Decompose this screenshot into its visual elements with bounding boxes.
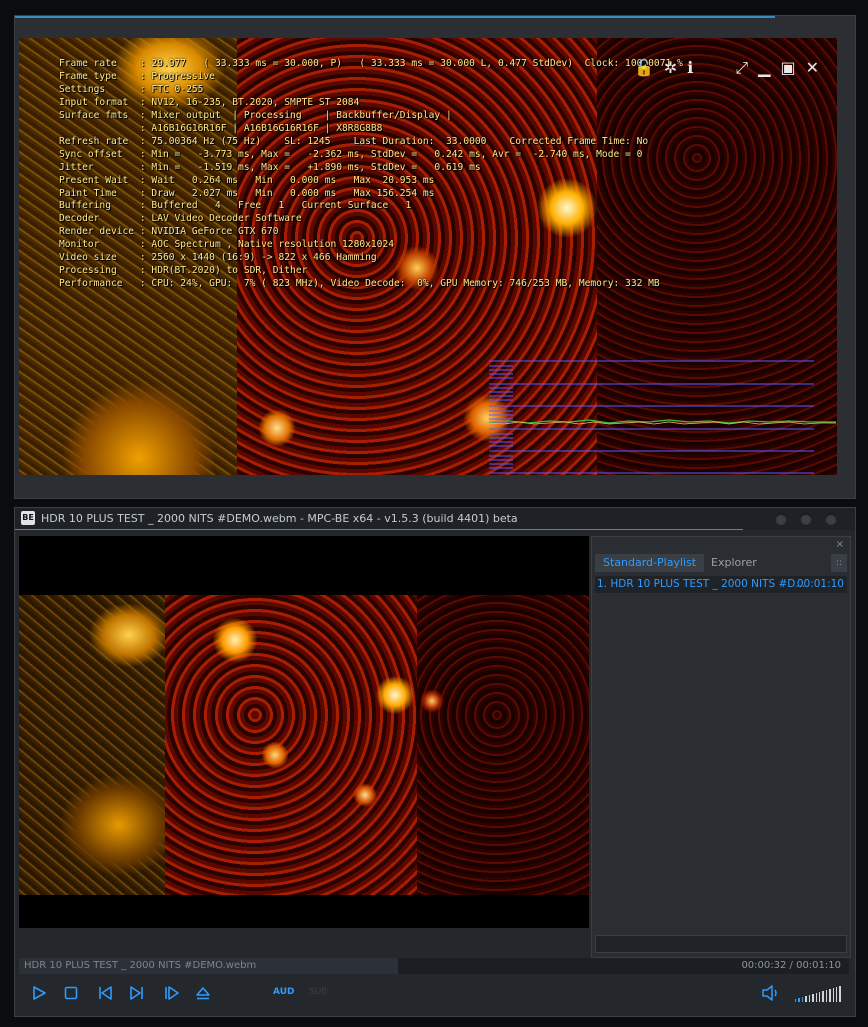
window-title: HDR 10 PLUS TEST _ 2000 NITS #DEMO.webm … [41, 512, 518, 525]
osd-line: Performance : CPU: 24%, GPU: 7% ( 823 MH… [59, 278, 660, 290]
osd-line: Monitor : AOC Spectrum , Native resoluti… [59, 239, 395, 251]
playback-toolbar: AUD SUB [19, 976, 849, 1010]
osd-line: Sync offset : Min = -3.773 ms, Max = -2.… [59, 148, 643, 160]
volume-slider[interactable] [795, 986, 841, 1002]
volume-bar [795, 999, 797, 1002]
osd-statistics: Frame rate : 29.977 ( 33.333 ms = 30.000… [59, 58, 683, 291]
seek-filename: HDR 10 PLUS TEST _ 2000 NITS #DEMO.webm [24, 960, 257, 971]
fullscreen-controls: 🔓 ✲ ℹ ⤢ ▁ ▣ ✕ [634, 58, 819, 78]
volume-bar [805, 996, 807, 1002]
minimize-button[interactable] [775, 513, 787, 525]
tab-explorer[interactable]: Explorer [703, 554, 765, 572]
osd-line: Frame rate : 29.977 ( 33.333 ms = 30.000… [59, 58, 683, 69]
osd-line: Buffering : Buffered 4 Free 1 Current Su… [59, 200, 412, 212]
window-accent-line [15, 16, 775, 18]
osd-line: Paint Time : Draw 2.027 ms Min 0.000 ms … [59, 187, 435, 199]
volume-bar [808, 995, 811, 1002]
volume-bar [839, 986, 841, 1002]
fullscreen-icon[interactable]: ⤢ [735, 60, 748, 76]
volume-bar [818, 992, 821, 1002]
maximize-button[interactable] [800, 513, 812, 525]
osd-line: Input format : NV12, 16-235, BT.2020, SM… [59, 96, 360, 108]
video-frame [19, 595, 589, 895]
play-icon[interactable] [31, 985, 47, 1001]
video-area[interactable] [19, 536, 589, 928]
playlist-item-duration: 00:01:10 [796, 578, 844, 590]
playlist-item[interactable]: 1. HDR 10 PLUS TEST _ 2000 NITS #D... 00… [595, 576, 847, 593]
playlist-search-input[interactable] [595, 935, 847, 953]
prev-icon[interactable] [97, 985, 113, 1001]
time-display: 00:00:32 / 00:01:10 [741, 960, 841, 971]
osd-line: Surface fmts : Mixer output | Processing… [59, 109, 452, 121]
osd-line: Processing : HDR(BT.2020) to SDR, Dither [59, 265, 308, 277]
lock-icon[interactable]: 🔓 [634, 60, 654, 76]
graph-gridlines [489, 360, 814, 474]
volume-bar [829, 989, 831, 1002]
osd-line: : A16B16G16R16F | A16B16G16R16F | X8R8G8… [59, 122, 383, 134]
osd-line: Settings : FTC 0-255 [59, 83, 204, 95]
playlist-item-title: 1. HDR 10 PLUS TEST _ 2000 NITS #D... [597, 578, 806, 590]
playlist-menu-button[interactable]: :: [831, 554, 847, 572]
volume-bar [801, 997, 804, 1002]
volume-bar [812, 994, 814, 1002]
fullscreen-video-window: Frame rate : 29.977 ( 33.333 ms = 30.000… [14, 15, 856, 499]
volume-bar [825, 990, 828, 1002]
sun-region-gold [19, 595, 167, 895]
close-icon[interactable]: ✕ [806, 60, 819, 76]
sun-region-red [165, 595, 417, 895]
playlist-tabs: Standard-Playlist Explorer :: [595, 554, 847, 572]
osd-line: Decoder : LAV Video Decoder Software [59, 213, 302, 225]
seek-bar[interactable]: HDR 10 PLUS TEST _ 2000 NITS #DEMO.webm … [19, 958, 849, 974]
volume-bar [822, 991, 824, 1002]
mpc-be-main-window: BE HDR 10 PLUS TEST _ 2000 NITS #DEMO.we… [14, 507, 856, 1017]
audio-track-button[interactable]: AUD [273, 987, 294, 997]
osd-line: Jitter : Min = -1.519 ms, Max = +1.890 m… [59, 161, 481, 173]
osd-line: Render device : NVIDIA GeForce GTX 670 [59, 226, 279, 238]
stop-icon[interactable] [63, 985, 79, 1001]
volume-bar [836, 987, 838, 1002]
osd-line: Refresh rate : 75.00364 Hz (75 Hz) SL: 1… [59, 135, 649, 147]
speaker-icon[interactable] [761, 985, 781, 1001]
tab-standard-playlist[interactable]: Standard-Playlist [595, 554, 705, 572]
app-icon[interactable]: BE [21, 511, 35, 525]
close-button[interactable] [825, 513, 837, 525]
osd-line: Present Wait : Wait 0.264 ms Min 0.000 m… [59, 174, 435, 186]
subtitle-track-button[interactable]: SUB [309, 987, 327, 997]
volume-bar [798, 998, 800, 1002]
frame-step-icon[interactable] [163, 985, 179, 1001]
info-icon[interactable]: ℹ [687, 60, 693, 76]
titlebar-accent-line [15, 529, 743, 530]
gear-icon[interactable]: ✲ [664, 60, 677, 76]
playlist-close-icon[interactable]: × [836, 539, 844, 550]
sync-jitter-graph [489, 360, 836, 474]
sun-region-dark [417, 595, 589, 895]
window-buttons [775, 513, 837, 525]
fullscreen-video-frame[interactable]: Frame rate : 29.977 ( 33.333 ms = 30.000… [19, 38, 837, 475]
volume-bar [815, 993, 817, 1002]
next-icon[interactable] [129, 985, 145, 1001]
eject-icon[interactable] [195, 985, 211, 1001]
osd-line: Frame type : Progressive [59, 70, 215, 82]
osd-line: Video size : 2560 x 1440 (16:9) -> 822 x… [59, 252, 377, 264]
volume-bar [832, 988, 835, 1002]
playlist-panel: × Standard-Playlist Explorer :: 1. HDR 1… [591, 536, 851, 958]
title-bar[interactable]: BE HDR 10 PLUS TEST _ 2000 NITS #DEMO.we… [15, 508, 855, 530]
maximize-icon[interactable]: ▣ [780, 60, 795, 76]
minimize-icon[interactable]: ▁ [758, 60, 770, 76]
